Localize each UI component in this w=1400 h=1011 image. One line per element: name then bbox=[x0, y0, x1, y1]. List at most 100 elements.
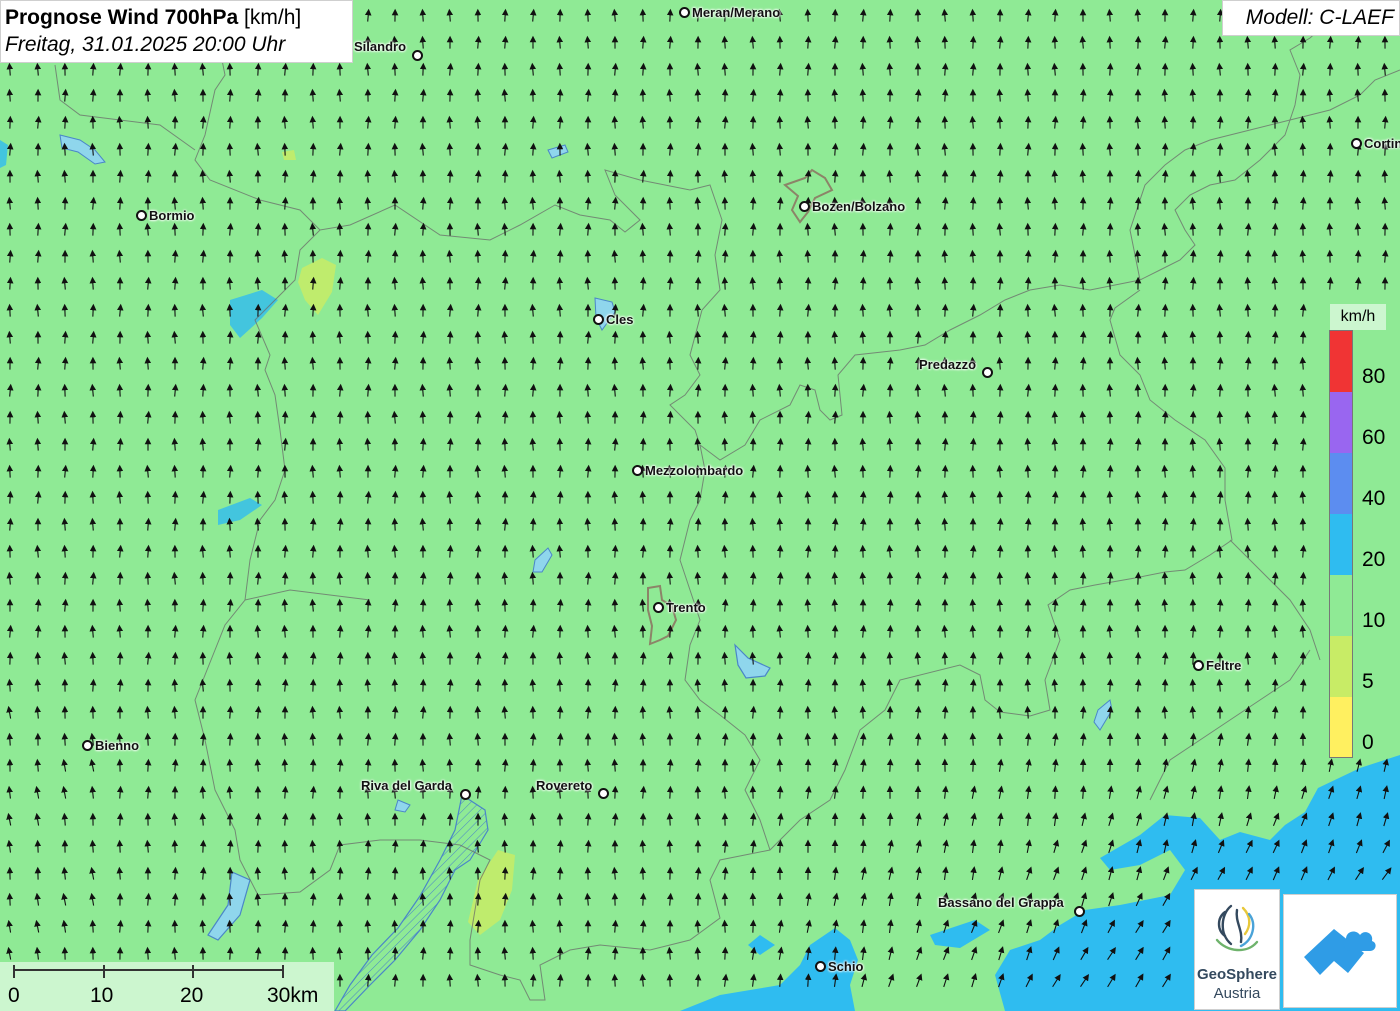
wind-arrow bbox=[1326, 88, 1334, 102]
wind-arrow bbox=[1271, 651, 1279, 665]
wind-arrow bbox=[364, 8, 372, 22]
wind-arrow bbox=[859, 88, 867, 102]
wind-arrow bbox=[694, 732, 702, 746]
wind-arrow bbox=[226, 169, 234, 183]
wind-arrow bbox=[89, 330, 97, 344]
wind-arrow bbox=[446, 142, 454, 156]
wind-arrow bbox=[474, 35, 482, 49]
wind-arrow bbox=[281, 812, 289, 826]
wind-arrow bbox=[859, 142, 867, 156]
wind-arrow bbox=[254, 276, 262, 290]
wind-arrow bbox=[144, 142, 152, 156]
wind-arrow bbox=[611, 142, 619, 156]
wind-arrow bbox=[694, 946, 702, 960]
wind-arrow bbox=[281, 169, 289, 183]
wind-arrow bbox=[859, 490, 867, 504]
wind-arrow bbox=[171, 705, 179, 719]
wind-arrow bbox=[419, 624, 427, 638]
wind-arrow bbox=[336, 705, 344, 719]
wind-arrow bbox=[34, 356, 42, 370]
wind-arrow bbox=[1024, 249, 1032, 263]
wind-arrow bbox=[171, 866, 179, 880]
wind-arrow bbox=[584, 196, 592, 210]
wind-arrow bbox=[1244, 330, 1252, 344]
wind-arrow bbox=[309, 919, 317, 933]
wind-arrow bbox=[1161, 330, 1169, 344]
wind-arrow bbox=[199, 544, 207, 558]
legend-segment-80 bbox=[1330, 331, 1352, 392]
wind-arrow bbox=[34, 222, 42, 236]
wind-arrow bbox=[144, 892, 152, 906]
legend-segment-10 bbox=[1330, 575, 1352, 636]
wind-arrow bbox=[1354, 276, 1362, 290]
wind-arrow bbox=[694, 758, 702, 772]
wind-cloud-logo[interactable] bbox=[1283, 894, 1397, 1008]
wind-arrow bbox=[1024, 276, 1032, 290]
legend-tick-label: 10 bbox=[1362, 609, 1386, 632]
wind-arrow bbox=[1244, 356, 1252, 370]
wind-arrow bbox=[144, 732, 152, 746]
wind-arrow bbox=[1106, 705, 1114, 719]
wind-arrow bbox=[1271, 464, 1279, 478]
wind-arrow bbox=[721, 651, 729, 665]
wind-arrow bbox=[144, 598, 152, 612]
wind-arrow bbox=[529, 812, 537, 826]
wind-arrow bbox=[34, 678, 42, 692]
map-title-main: Prognose Wind 700hPa bbox=[5, 6, 239, 29]
wind-arrow bbox=[199, 785, 207, 799]
wind-arrow bbox=[419, 196, 427, 210]
geosphere-logo-line1: GeoSphere bbox=[1196, 966, 1278, 983]
wind-arrow bbox=[116, 196, 124, 210]
wind-arrow bbox=[776, 705, 784, 719]
wind-arrow bbox=[1024, 62, 1032, 76]
wind-arrow bbox=[171, 249, 179, 263]
wind-arrow bbox=[501, 464, 509, 478]
wind-arrow bbox=[1079, 115, 1087, 129]
wind-arrow bbox=[776, 517, 784, 531]
wind-arrow bbox=[89, 490, 97, 504]
wind-arrow bbox=[1134, 437, 1142, 451]
wind-arrow bbox=[914, 142, 922, 156]
wind-arrow bbox=[749, 196, 757, 210]
wind-arrow bbox=[309, 517, 317, 531]
wind-arrow bbox=[474, 544, 482, 558]
wind-arrow bbox=[914, 330, 922, 344]
wind-arrow bbox=[61, 115, 69, 129]
wind-arrow bbox=[969, 624, 977, 638]
wind-arrow bbox=[749, 330, 757, 344]
wind-arrow bbox=[611, 946, 619, 960]
city-label: Bienno bbox=[95, 738, 140, 753]
wind-arrow bbox=[886, 651, 894, 665]
wind-arrow bbox=[886, 410, 894, 424]
wind-arrow bbox=[584, 571, 592, 585]
wind-arrow bbox=[941, 249, 949, 263]
wind-arrow bbox=[529, 196, 537, 210]
wind-arrow bbox=[226, 732, 234, 746]
city-dot-icon bbox=[598, 788, 609, 799]
wind-arrow bbox=[914, 169, 922, 183]
legend-segment-60 bbox=[1330, 392, 1352, 453]
wind-arrow bbox=[996, 169, 1004, 183]
wind-arrow bbox=[1024, 732, 1032, 746]
wind-arrow bbox=[1051, 356, 1059, 370]
wind-arrow bbox=[144, 88, 152, 102]
wind-arrow bbox=[639, 62, 647, 76]
wind-arrow bbox=[749, 758, 757, 772]
wind-arrow bbox=[666, 410, 674, 424]
wind-arrow bbox=[556, 919, 564, 933]
wind-arrow bbox=[336, 866, 344, 880]
wind-map[interactable] bbox=[0, 0, 1400, 1011]
wind-arrow bbox=[776, 785, 784, 799]
wind-arrow bbox=[144, 356, 152, 370]
wind-arrow bbox=[831, 330, 839, 344]
wind-arrow bbox=[639, 732, 647, 746]
wind-arrow bbox=[1381, 115, 1389, 129]
wind-arrow bbox=[391, 276, 399, 290]
wind-arrow bbox=[309, 705, 317, 719]
wind-arrow bbox=[804, 651, 812, 665]
wind-arrow bbox=[1134, 410, 1142, 424]
wind-arrow bbox=[831, 571, 839, 585]
geosphere-logo[interactable]: GeoSphere Austria bbox=[1194, 889, 1280, 1010]
wind-arrow bbox=[226, 544, 234, 558]
wind-arrow bbox=[391, 732, 399, 746]
